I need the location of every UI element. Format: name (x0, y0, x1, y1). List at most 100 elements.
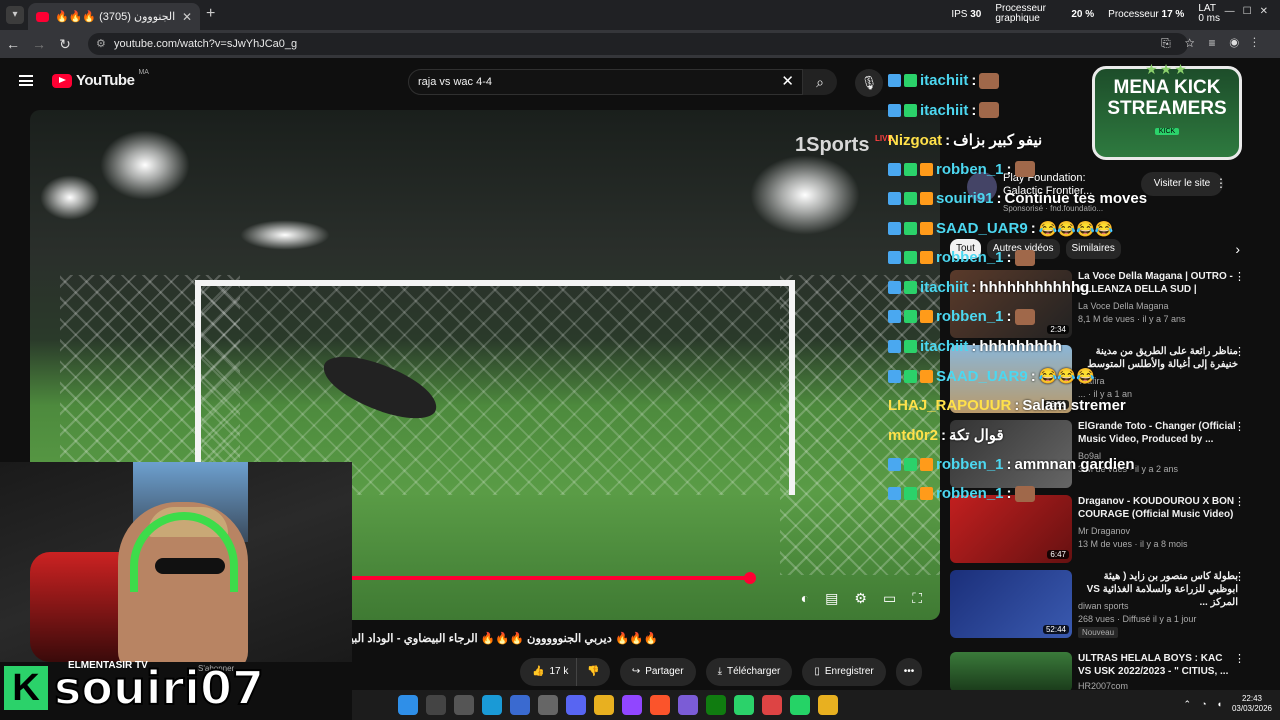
volume-icon[interactable]: ◖ (1217, 699, 1222, 709)
address-bar[interactable]: ⚙ youtube.com/watch?v=sJwYhJCa0_g (88, 33, 1188, 55)
orange-badge-icon (920, 310, 933, 323)
back-button[interactable]: ← (0, 36, 26, 52)
chrome-alt-icon[interactable] (818, 695, 838, 715)
stadium-light (240, 220, 330, 250)
more-options-icon[interactable]: ⋮ (1234, 652, 1245, 665)
search-input[interactable]: raja vs wac 4-4 ✕ (408, 69, 803, 95)
browser-actions[interactable]: ⎘☆≡◉⋮ (1161, 36, 1270, 51)
chat-separator: : (941, 426, 947, 444)
like-button[interactable]: 👍 17 k (520, 658, 577, 686)
voice-search-icon[interactable]: 🎙 (855, 69, 883, 97)
settings-icon[interactable]: ⚙ (854, 590, 867, 607)
app-icon[interactable] (678, 695, 698, 715)
chrome-active-icon[interactable] (762, 695, 782, 715)
reload-button[interactable]: ↻ (52, 36, 78, 53)
save-button[interactable]: ▯ Enregistrer (802, 658, 886, 686)
clock[interactable]: 22:43 03/03/2026 (1232, 694, 1272, 714)
chat-separator: : (971, 101, 977, 119)
close-tab-icon[interactable]: ✕ (182, 10, 192, 24)
like-count: 17 k (549, 666, 569, 677)
discord-icon[interactable] (566, 695, 586, 715)
more-options-icon[interactable]: ⋮ (1234, 270, 1245, 283)
more-options-icon[interactable]: ⋮ (1234, 345, 1245, 358)
orange-badge-icon (920, 192, 933, 205)
recommendation-item[interactable]: ULTRAS HELALA BOYS : KAC VS USK 2022/202… (950, 652, 1245, 692)
twitch-icon[interactable] (622, 695, 642, 715)
wifi-icon[interactable]: ◔ (1201, 699, 1206, 709)
chat-message: LHAJ_RAPOUUR : Salam stremer (888, 397, 1126, 414)
browser-toolbar: ← → ↻ ⚙ youtube.com/watch?v=sJwYhJCa0_g … (0, 30, 1280, 58)
dislike-button[interactable]: 👎 (576, 658, 610, 686)
tab-list-button[interactable]: ▾ (6, 6, 24, 24)
chat-message: itachiit : (888, 72, 1000, 89)
chat-message: mtd0r2 : قوال تكة (888, 426, 1004, 445)
search-icon[interactable] (426, 695, 446, 715)
video-progress-bar[interactable] (352, 572, 756, 584)
whatsapp-icon[interactable] (790, 695, 810, 715)
chat-separator: : (1006, 160, 1012, 178)
download-button[interactable]: ⤓ Télécharger (705, 658, 793, 686)
progress-scrubber[interactable] (744, 572, 756, 584)
youtube-logo[interactable]: YouTube MA (52, 69, 149, 89)
search-button[interactable]: ⌕ (803, 69, 837, 95)
chat-text: نيفو كبير بزاف (953, 132, 1043, 149)
save-label: Enregistrer (824, 666, 874, 677)
gpu-value: 20 % (1071, 8, 1095, 20)
fullscreen-icon[interactable]: ⛶ (912, 590, 922, 607)
chat-message: souiri91 : Continue tes moves (888, 190, 1147, 207)
video-channel[interactable]: diwan sports (1078, 601, 1129, 611)
blue-badge-icon (888, 192, 901, 205)
cpu-label: Processeur (1108, 8, 1159, 20)
blue-badge-icon (888, 457, 901, 471)
video-meta: 13 M de vues · il y a 8 mois (1078, 539, 1188, 549)
lat-value: 0 ms (1198, 13, 1220, 24)
green-badge-icon (904, 74, 917, 87)
video-title[interactable]: ULTRAS HELALA BOYS : KAC VS USK 2022/202… (1078, 652, 1238, 678)
new-tab-button[interactable]: + (206, 5, 215, 23)
task-view-icon[interactable] (454, 695, 474, 715)
tray-chevron-icon[interactable]: ⌃ (1184, 699, 1192, 710)
blue-badge-icon (888, 280, 901, 294)
forward-button[interactable]: → (26, 36, 52, 52)
video-thumbnail[interactable] (950, 652, 1072, 692)
autoplay-toggle-icon[interactable]: ◐ (801, 590, 809, 607)
kick-logo-icon: K (4, 666, 48, 710)
site-info-icon[interactable]: ⚙ (96, 33, 106, 55)
chat-separator: : (971, 337, 977, 355)
store-icon[interactable] (510, 695, 530, 715)
xbox-icon[interactable] (706, 695, 726, 715)
more-actions-button[interactable]: ••• (895, 658, 923, 686)
video-meta: 268 vues · Diffusé il y a 1 jour (1078, 614, 1197, 624)
tab-title: 🔥🔥🔥 (3705) ديربي الجنووون (55, 11, 175, 23)
windows-start-icon[interactable] (398, 695, 418, 715)
browser-tab-youtube[interactable]: 🔥🔥🔥 (3705) ديربي الجنووون ✕ (28, 3, 200, 30)
orange-badge-icon (920, 162, 933, 176)
orange-badge-icon (920, 369, 933, 383)
theater-mode-icon[interactable]: ▭ (883, 590, 896, 607)
green-badge-icon (904, 162, 917, 176)
kick-icon[interactable] (734, 695, 754, 715)
menu-icon[interactable] (19, 75, 33, 86)
blue-badge-icon (888, 369, 901, 383)
chatgpt-icon[interactable] (538, 695, 558, 715)
more-options-icon[interactable]: ⋮ (1234, 570, 1245, 583)
emote-icon (1014, 249, 1035, 266)
chat-message: robben_1 : (888, 308, 1035, 325)
window-controls[interactable]: —☐✕ (1225, 6, 1276, 17)
chrome-icon[interactable] (594, 695, 614, 715)
recommendation-item[interactable]: 52:44 بطولة كاس منصور بن زايد ( هيئة ابو… (950, 570, 1245, 638)
more-options-icon[interactable]: ⋮ (1234, 420, 1245, 433)
chat-message: itachiit : (888, 101, 1000, 119)
subtitles-icon[interactable]: ▤ (825, 590, 838, 607)
share-button[interactable]: ↪ Partager (619, 658, 696, 686)
more-options-icon[interactable]: ⋮ (1234, 495, 1245, 508)
chat-separator: : (1006, 485, 1012, 502)
chat-message: SAAD_UAR9 : 😂😂😂 (888, 367, 1095, 385)
chevron-right-icon[interactable]: › (1235, 241, 1240, 257)
chat-separator: : (996, 190, 1002, 207)
brave-icon[interactable] (650, 695, 670, 715)
chat-message: Nizgoat : نيفو كبير بزاف (888, 131, 1043, 150)
clear-search-icon[interactable]: ✕ (781, 70, 794, 94)
edge-icon[interactable] (482, 695, 502, 715)
more-options-icon[interactable]: ⋮ (1215, 176, 1227, 190)
